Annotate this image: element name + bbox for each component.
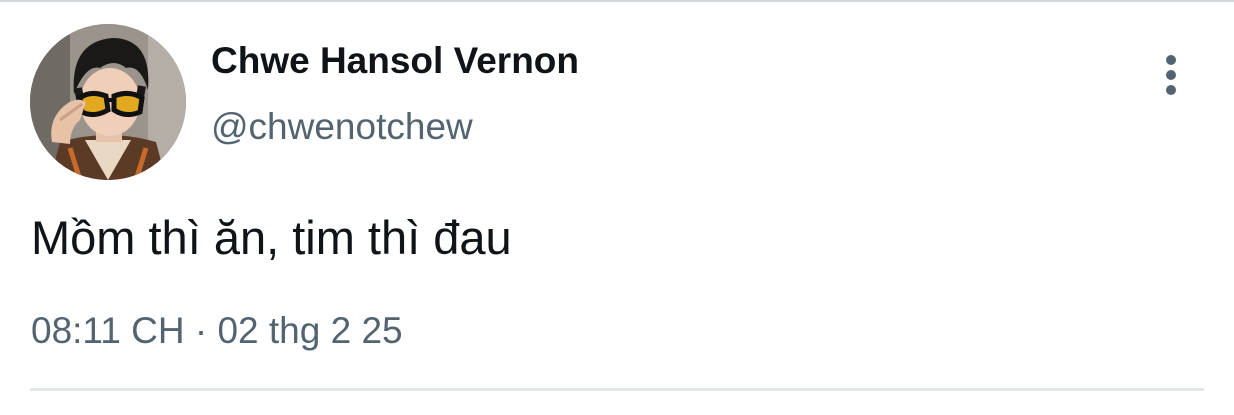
- more-vertical-icon: [1166, 55, 1176, 95]
- avatar-image: [30, 24, 186, 180]
- tweet-time: 08:11 CH: [31, 310, 185, 351]
- avatar[interactable]: [30, 24, 186, 180]
- tweet-card[interactable]: Chwe Hansol Vernon @chwenotchew Mồm thì …: [0, 0, 1234, 415]
- divider: [30, 388, 1204, 391]
- timestamp-separator: ·: [194, 310, 208, 351]
- display-name[interactable]: Chwe Hansol Vernon: [211, 40, 579, 82]
- tweet-date: 02 thg 2 25: [217, 310, 403, 351]
- more-options-button[interactable]: [1152, 52, 1192, 98]
- tweet-text: Mồm thì ăn, tim thì đau: [31, 211, 512, 264]
- tweet-timestamp[interactable]: 08:11 CH · 02 thg 2 25: [31, 310, 403, 352]
- user-handle[interactable]: @chwenotchew: [211, 106, 473, 148]
